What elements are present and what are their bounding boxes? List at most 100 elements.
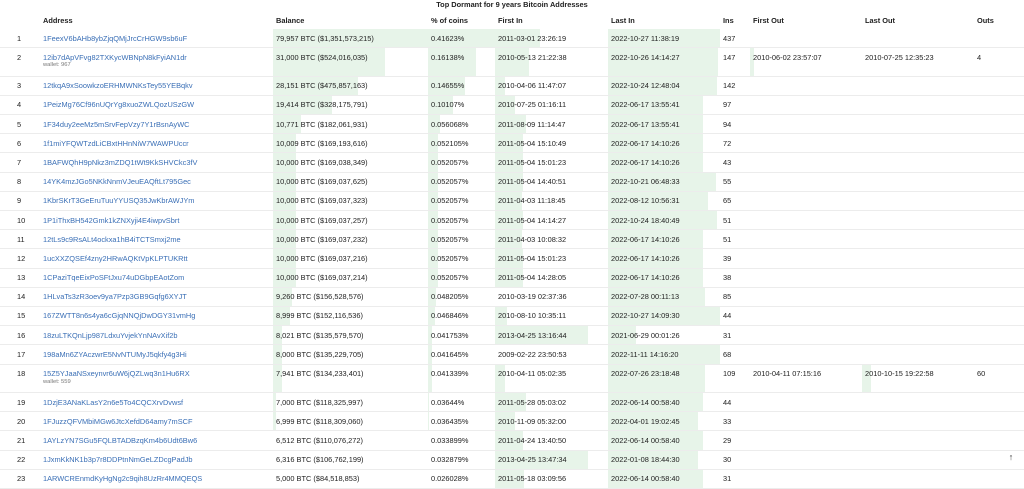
last-in-cell: 2022-10-26 14:14:27 bbox=[608, 48, 720, 76]
percent-cell: 0.033899% bbox=[431, 435, 469, 445]
row-number: 19 bbox=[17, 397, 26, 407]
header-first-out[interactable]: First Out bbox=[753, 15, 784, 27]
address-link[interactable]: 1FJuzzQFVMbiMGw6JtcXefdD64amy7mSCF bbox=[43, 417, 193, 426]
address-link[interactable]: 14YK4mzJGo5NKkNnmVJeuEAQftLt795Gec bbox=[43, 177, 191, 186]
last-in-cell: 2022-10-27 11:38:19 bbox=[611, 33, 680, 43]
first-out-cell bbox=[750, 115, 862, 133]
row-number: 3 bbox=[14, 77, 40, 95]
last-in-cell: 2022-10-24 12:48:04 bbox=[608, 76, 720, 95]
address-link[interactable]: 12tLs9c9RsALt4ockxa1hB4iTCTSmxj2me bbox=[43, 235, 181, 244]
address-cell: 12tkqA9xSoowkzoERHMWNKsTey55YEBqkv bbox=[40, 77, 276, 95]
address-link[interactable]: 1ARWCREnmdKyHgNg2c9qih8UzRr4MMQEQS bbox=[43, 474, 202, 483]
first-in-cell: 2011-04-03 10:08:32 bbox=[498, 234, 567, 244]
percent-cell: 0.048205% bbox=[428, 287, 495, 306]
row-number: 9 bbox=[14, 192, 40, 210]
outs-cell bbox=[974, 115, 1004, 133]
address-link[interactable]: 1JxmKkNK1b3p7r8DDPtnNmGeLZDcgPadJb bbox=[43, 455, 193, 464]
percent-cell: 0.032879% bbox=[428, 451, 495, 469]
table-row: 8 14YK4mzJGo5NKkNnmVJeuEAQftLt795Gec 10,00… bbox=[0, 172, 1024, 192]
last-in-cell: 2022-08-12 10:56:31 bbox=[608, 191, 720, 210]
address-link[interactable]: 1F34duy2eeMz5mSrvFepVzy7Y1rBsnAyWC bbox=[43, 120, 190, 129]
row-number: 18 bbox=[14, 365, 40, 393]
table-header: Address Balance % of coins First In Last… bbox=[0, 15, 1024, 27]
address-cell: 1P1iThxBH542Gmk1kZNXyji4E4iwpvSbrt bbox=[40, 211, 276, 229]
up-arrow-icon: ↑ bbox=[1008, 452, 1014, 462]
percent-cell: 0.052057% bbox=[428, 211, 495, 230]
header-last-in[interactable]: Last In bbox=[611, 15, 635, 27]
outs-cell bbox=[974, 431, 1004, 449]
address-link[interactable]: 1FeexV6bAHb8ybZjqQMjJrcCrHGW9sb6uF bbox=[43, 34, 187, 43]
last-out-cell bbox=[862, 211, 974, 229]
outs-cell bbox=[974, 153, 1004, 171]
last-out-cell bbox=[862, 192, 974, 210]
address-cell: 1FeexV6bAHb8ybZjqQMjJrcCrHGW9sb6uF bbox=[40, 29, 276, 47]
address-link[interactable]: 1P1iThxBH542Gmk1kZNXyji4E4iwpvSbrt bbox=[43, 216, 179, 225]
header-outs[interactable]: Outs bbox=[977, 15, 994, 27]
first-out-cell bbox=[750, 29, 862, 47]
address-link[interactable]: 1PeizMg76Cf96nUQrYg8xuoZWLQozUSzGW bbox=[43, 100, 194, 109]
address-link[interactable]: 1KbrSKrT3GeEruTuuYYUSQ35JwKbrAWJYm bbox=[43, 196, 194, 205]
first-in-cell: 2011-04-03 11:18:45 bbox=[498, 196, 566, 206]
last-in-cell: 2022-08-12 10:56:31 bbox=[611, 196, 680, 206]
scroll-top-button[interactable]: ↑ bbox=[1006, 452, 1016, 462]
row-number: 14 bbox=[17, 292, 26, 302]
address-link[interactable]: 12ib7dApVFvg82TXKycWBNpN8kFyiAN1dr bbox=[43, 53, 187, 62]
first-out-cell bbox=[750, 470, 862, 488]
ins-cell: 51 bbox=[720, 230, 750, 248]
wallet-label[interactable]: wallet: 559 bbox=[43, 379, 71, 386]
last-in-cell: 2022-06-14 00:58:40 bbox=[611, 435, 680, 445]
last-in-cell: 2022-10-24 12:48:04 bbox=[611, 81, 680, 91]
last-out-cell bbox=[862, 431, 974, 449]
address-link[interactable]: 1BAFWQhH9pNkz3mZDQ1tWt9KkSHVCkc3fV bbox=[43, 158, 197, 167]
first-in-cell: 2010-03-19 02:37:36 bbox=[495, 288, 608, 306]
balance-cell: 8,000 BTC ($135,229,705) bbox=[273, 345, 428, 364]
address-link[interactable]: 1AYLzYN7SGu5FQLBTADBzqKm4b6Udt6Bw6 bbox=[43, 436, 197, 445]
wallet-label[interactable]: wallet: 967 bbox=[43, 62, 71, 69]
first-in-cell: 2011-05-04 15:10:49 bbox=[498, 138, 567, 148]
row-number: 17 bbox=[14, 345, 40, 363]
first-in-cell: 2013-04-25 13:47:34 bbox=[495, 450, 608, 469]
header-first-in[interactable]: First In bbox=[498, 15, 523, 27]
percent-cell: 0.041753% bbox=[431, 330, 469, 340]
address-link[interactable]: 1HLvaTs3zR3oev9ya7Pzp3GB9Gqfg6XYJT bbox=[43, 292, 187, 301]
first-out-cell bbox=[750, 96, 862, 114]
address-link[interactable]: 198aMn6ZYAczwrE5NvNTUMyJ5qkfy4g3Hi bbox=[43, 350, 187, 359]
percent-cell: 0.052057% bbox=[428, 230, 495, 249]
first-in-cell: 2011-04-03 11:18:45 bbox=[495, 191, 608, 210]
balance-cell: 8,999 BTC ($152,116,536) bbox=[276, 311, 363, 321]
address-link[interactable]: 12tkqA9xSoowkzoERHMWNKsTey55YEBqkv bbox=[43, 81, 193, 90]
header-percent-coins[interactable]: % of coins bbox=[431, 15, 468, 27]
balance-cell: 8,021 BTC ($135,579,570) bbox=[273, 326, 428, 345]
last-out-cell bbox=[862, 451, 974, 469]
ins-cell: 31 bbox=[720, 326, 750, 344]
address-link[interactable]: 18zuLTKQnLjp987LdxuYvjekYnNAvXif2b bbox=[43, 331, 178, 340]
ins-cell: 109 bbox=[723, 369, 736, 378]
first-in-cell: 2011-04-03 10:08:32 bbox=[495, 230, 608, 249]
header-ins[interactable]: Ins bbox=[723, 15, 734, 27]
balance-cell: 28,151 BTC ($475,857,163) bbox=[273, 76, 428, 95]
percent-cell: 0.036435% bbox=[428, 412, 495, 431]
first-out-cell bbox=[750, 288, 862, 306]
ins-cell: 51 bbox=[723, 234, 732, 244]
percent-cell: 0.14655% bbox=[431, 81, 465, 91]
address-link[interactable]: 1f1miYFQWTzdLiCBxtHHnNiW7WAWPUccr bbox=[43, 139, 189, 148]
address-link[interactable]: 1DzjE3ANaKLasY2n6e5To4CQCXrvDvwsf bbox=[43, 398, 183, 407]
address-link[interactable]: 167ZWTT8n6s4ya6cGjqNNQjDwDGY31vmHg bbox=[43, 311, 195, 320]
header-balance[interactable]: Balance bbox=[276, 15, 304, 27]
header-address[interactable]: Address bbox=[43, 15, 73, 27]
last-in-cell: 2021-06-29 00:01:26 bbox=[608, 326, 720, 345]
outs-cell bbox=[974, 307, 1004, 325]
row-number: 15 bbox=[14, 307, 40, 325]
address-link[interactable]: 1CPaziTqeEixPoSFtJxu74uDGbpEAotZom bbox=[43, 273, 184, 282]
row-number: 1 bbox=[14, 29, 40, 47]
header-last-out[interactable]: Last Out bbox=[865, 15, 895, 27]
first-in-cell: 2011-05-04 15:01:23 bbox=[498, 253, 567, 263]
first-out-cell bbox=[750, 269, 862, 287]
first-in-cell: 2010-04-11 05:02:35 bbox=[495, 364, 608, 392]
address-link[interactable]: 1ucXXZQSEf4zny2HRwAQKtVpKLPTUKRtt bbox=[43, 254, 188, 263]
address-link[interactable]: 15Z5YJaaNSxeynvr6uW6jQZLwq3n1Hu6RX bbox=[43, 369, 190, 378]
outs-cell bbox=[974, 134, 1004, 152]
table-row: 3 12tkqA9xSoowkzoERHMWNKsTey55YEBqkv 28,15… bbox=[0, 76, 1024, 96]
address-cell: 1f1miYFQWTzdLiCBxtHHnNiW7WAWPUccr bbox=[40, 134, 276, 152]
table-row: 16 18zuLTKQnLjp987LdxuYvjekYnNAvXif2b 8,02… bbox=[0, 326, 1024, 346]
